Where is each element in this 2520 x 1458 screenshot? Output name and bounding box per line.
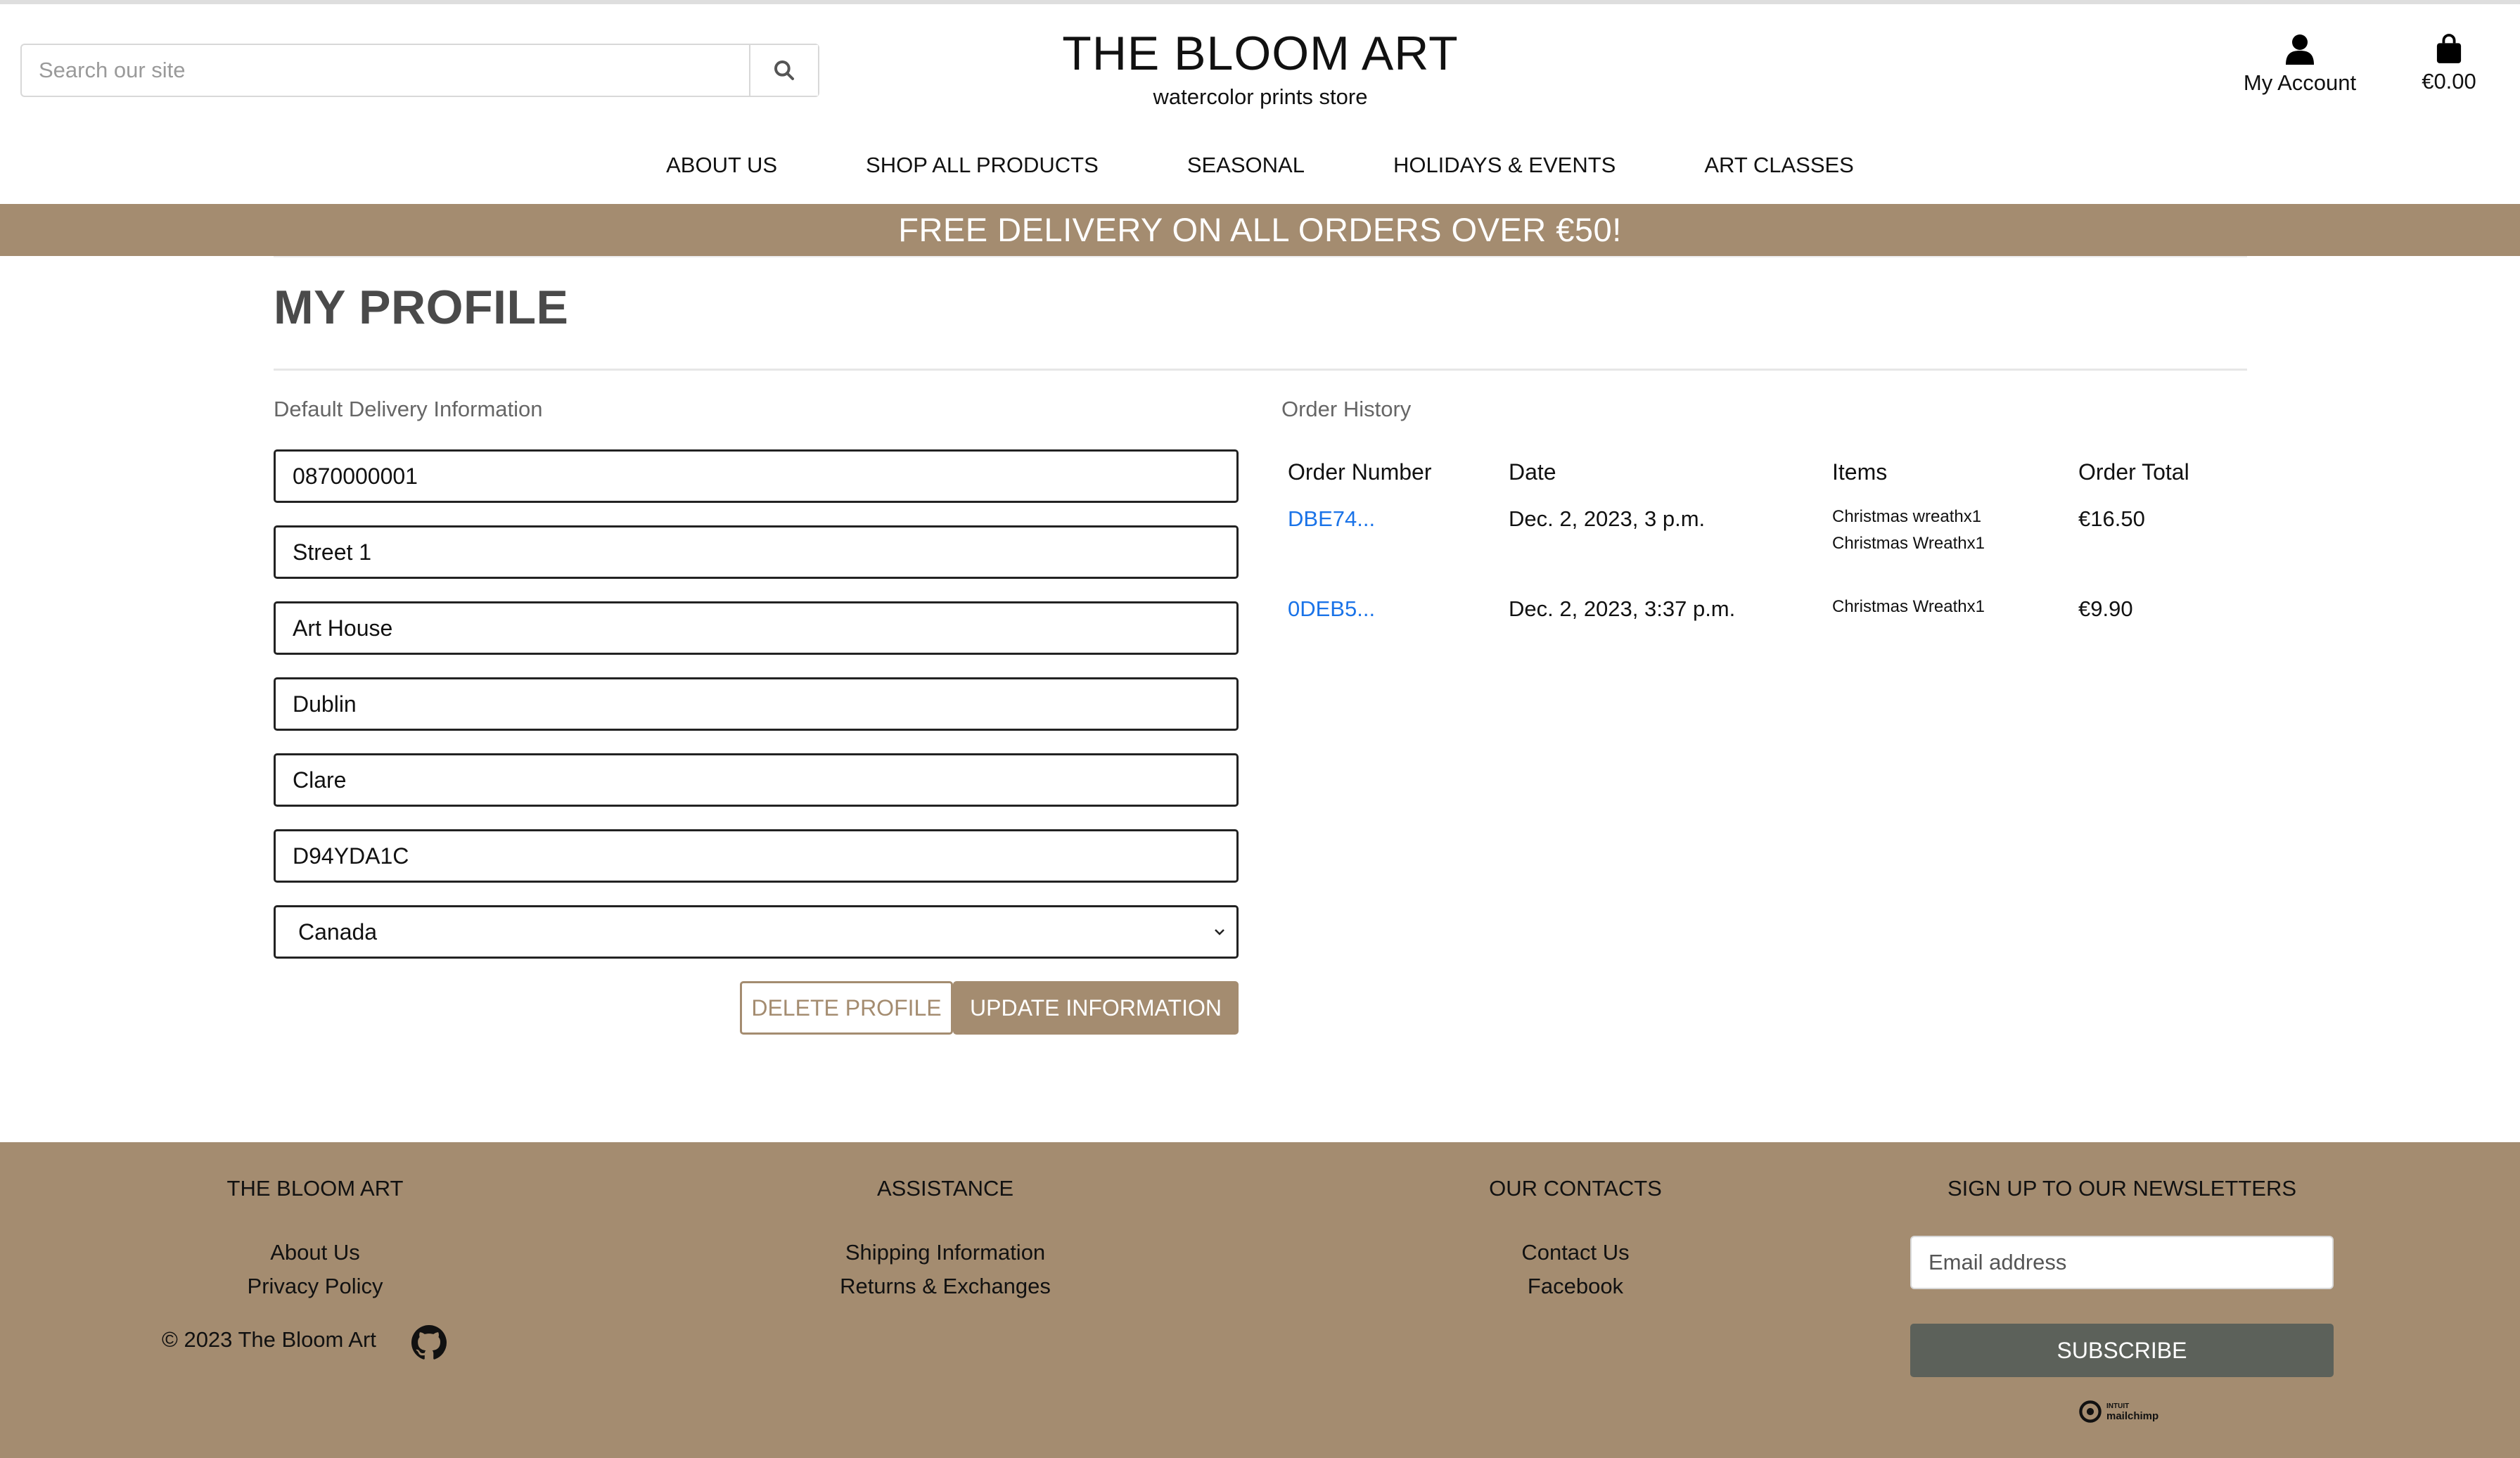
search-button[interactable]: [749, 45, 818, 96]
footer-col3-title: OUR CONTACTS: [1489, 1176, 1662, 1201]
order-number-link[interactable]: DBE74...: [1288, 506, 1375, 532]
shopping-bag-icon: [2436, 34, 2462, 63]
order-item: Christmas wreathx1: [1832, 507, 1982, 526]
street-address2-field[interactable]: [274, 601, 1239, 655]
top-divider: [274, 256, 2247, 257]
footer-link-returns-exchanges[interactable]: Returns & Exchanges: [805, 1274, 1086, 1299]
county-field[interactable]: [274, 753, 1239, 807]
order-history-label: Order History: [1281, 397, 1412, 421]
delete-profile-button[interactable]: DELETE PROFILE: [740, 981, 953, 1035]
order-total: €9.90: [2078, 596, 2133, 621]
mailchimp-icon: [2079, 1400, 2102, 1423]
chevron-down-icon: [1215, 929, 1224, 935]
nav-shop-all-products[interactable]: SHOP ALL PRODUCTS: [821, 153, 1143, 178]
phone-number-field[interactable]: [274, 449, 1239, 503]
footer-col2-title: ASSISTANCE: [876, 1176, 1014, 1201]
street-address1-field[interactable]: [274, 525, 1239, 579]
order-item: Christmas Wreathx1: [1832, 597, 1985, 616]
col-header-order-number: Order Number: [1288, 459, 1432, 485]
search-input[interactable]: [22, 45, 749, 96]
footer-col1-title: THE BLOOM ART: [226, 1176, 404, 1201]
town-city-field[interactable]: [274, 677, 1239, 731]
footer-link-privacy-policy[interactable]: Privacy Policy: [174, 1274, 456, 1299]
col-header-items: Items: [1832, 459, 1888, 485]
footer-link-about-us[interactable]: About Us: [174, 1240, 456, 1265]
nav-about-us[interactable]: ABOUT US: [622, 153, 821, 178]
order-number-link[interactable]: 0DEB5...: [1288, 596, 1375, 622]
nav-seasonal[interactable]: SEASONAL: [1143, 153, 1349, 178]
update-information-button[interactable]: UPDATE INFORMATION: [953, 981, 1239, 1035]
col-header-date: Date: [1509, 459, 1556, 485]
order-date: Dec. 2, 2023, 3:37 p.m.: [1509, 596, 1736, 621]
search-form: [20, 44, 819, 97]
col-header-order-total: Order Total: [2078, 459, 2189, 485]
country-select[interactable]: Canada: [274, 905, 1239, 959]
brand[interactable]: THE BLOOM ART watercolor prints store: [985, 25, 1536, 113]
page-title: MY PROFILE: [274, 281, 569, 334]
cart-link[interactable]: €0.00: [2405, 34, 2493, 94]
mailchimp-bottom-text: mailchimp: [2106, 1410, 2159, 1422]
copyright: © 2023 The Bloom Art: [162, 1327, 376, 1352]
delivery-info-label: Default Delivery Information: [274, 397, 543, 421]
subscribe-button[interactable]: SUBSCRIBE: [1910, 1324, 2334, 1377]
cart-total: €0.00: [2422, 69, 2476, 94]
footer-link-shipping-information[interactable]: Shipping Information: [805, 1240, 1086, 1265]
mailchimp-wordmark: INTUIT mailchimp: [2106, 1402, 2158, 1421]
postcode-field[interactable]: [274, 829, 1239, 883]
user-icon: [2286, 34, 2314, 65]
footer-link-facebook[interactable]: Facebook: [1435, 1274, 1716, 1299]
mailchimp-logo[interactable]: INTUIT mailchimp: [2078, 1400, 2158, 1424]
top-border: [0, 0, 2520, 4]
my-account-label: My Account: [2243, 70, 2357, 95]
nav-art-classes[interactable]: ART CLASSES: [1660, 153, 1898, 178]
title-divider: [274, 369, 2247, 371]
search-icon: [774, 60, 794, 80]
footer-col4-title: SIGN UP TO OUR NEWSLETTERS: [1947, 1176, 2297, 1201]
github-icon[interactable]: [411, 1325, 447, 1360]
brand-subtitle: watercolor prints store: [1153, 84, 1368, 109]
nav-holidays-events[interactable]: HOLIDAYS & EVENTS: [1349, 153, 1660, 178]
newsletter-email-input[interactable]: [1910, 1236, 2334, 1289]
country-select-value: Canada: [298, 919, 378, 945]
order-total: €16.50: [2078, 506, 2145, 531]
order-item: Christmas Wreathx1: [1832, 534, 1985, 553]
delivery-banner: FREE DELIVERY ON ALL ORDERS OVER €50!: [0, 204, 2520, 256]
order-date: Dec. 2, 2023, 3 p.m.: [1509, 506, 1706, 531]
main-nav: ABOUT US SHOP ALL PRODUCTS SEASONAL HOLI…: [0, 144, 2520, 186]
brand-title: THE BLOOM ART: [1062, 27, 1459, 80]
footer-link-contact-us[interactable]: Contact Us: [1435, 1240, 1716, 1265]
my-account-link[interactable]: My Account: [2230, 34, 2370, 96]
